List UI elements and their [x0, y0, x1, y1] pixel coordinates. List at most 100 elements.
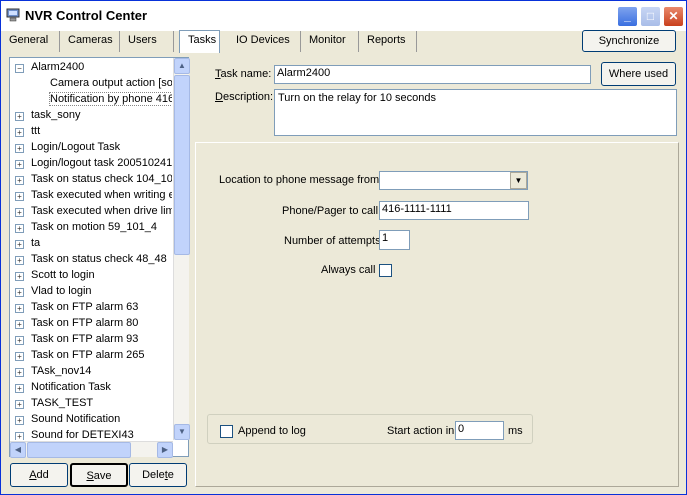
task-tree-items: − Alarm2400 Camera output action [sony Noti…	[10, 58, 172, 440]
append-to-log-checkbox[interactable]	[220, 425, 233, 438]
collapse-icon[interactable]: −	[15, 64, 24, 73]
tab-monitor[interactable]: Monitor	[301, 31, 359, 52]
tree-item[interactable]: + Notification Task	[10, 380, 172, 396]
description-hotkey: D	[215, 91, 223, 103]
close-button[interactable]: ✕	[663, 6, 684, 27]
expand-icon[interactable]: +	[15, 320, 24, 329]
phone-input[interactable]: 416-1111-1111	[379, 201, 529, 220]
tree-item[interactable]: + ttt	[10, 124, 172, 140]
tree-item[interactable]: + Task on FTP alarm 93	[10, 332, 172, 348]
expand-icon[interactable]: +	[15, 256, 24, 265]
expand-icon[interactable]: +	[15, 176, 24, 185]
description-textarea[interactable]: Turn on the relay for 10 seconds	[274, 89, 677, 136]
scroll-thumb[interactable]	[174, 75, 190, 255]
tree-item[interactable]: + Scott to login	[10, 268, 172, 284]
tree-item[interactable]: Notification by phone 416	[10, 92, 172, 108]
expand-icon[interactable]: +	[15, 416, 24, 425]
save-label: ave	[93, 470, 112, 482]
expand-icon[interactable]: +	[15, 144, 24, 153]
computer-icon	[6, 8, 20, 22]
tab-tasks[interactable]: Tasks	[179, 30, 220, 53]
dropdown-arrow-icon[interactable]: ▼	[510, 172, 527, 189]
tree-item[interactable]: + Task executed when drive limi	[10, 204, 172, 220]
expand-icon[interactable]: +	[15, 336, 24, 345]
task-tree[interactable]: − Alarm2400 Camera output action [sony Noti…	[9, 57, 190, 458]
tree-item[interactable]: + TASK_TEST	[10, 396, 172, 412]
tab-users[interactable]: Users	[120, 31, 174, 52]
tree-item[interactable]: + Vlad to login	[10, 284, 172, 300]
minimize-button[interactable]: _	[617, 6, 638, 27]
tree-item[interactable]: + Task on status check 104_10	[10, 172, 172, 188]
location-label: Location to phone message from:	[219, 174, 383, 186]
always-call-checkbox[interactable]	[379, 264, 392, 277]
tree-item[interactable]: + TAsk_nov14	[10, 364, 172, 380]
synchronize-button[interactable]: Synchronize	[582, 30, 676, 52]
tree-item[interactable]: + Login/Logout Task	[10, 140, 172, 156]
tree-item[interactable]: + Login/logout task 200510241	[10, 156, 172, 172]
tree-item[interactable]: + Task on status check 48_48	[10, 252, 172, 268]
save-hotkey: S	[86, 470, 94, 482]
tree-item[interactable]: Camera output action [sony	[10, 76, 172, 92]
tree-item[interactable]: + ta	[10, 236, 172, 252]
description-label: Description:	[215, 91, 273, 103]
add-button[interactable]: Add	[10, 463, 68, 487]
save-button[interactable]: Save	[70, 463, 128, 487]
tab-reports[interactable]: Reports	[359, 31, 417, 52]
add-label: dd	[36, 469, 49, 481]
expand-icon[interactable]: +	[15, 304, 24, 313]
scroll-down-icon[interactable]: ▼	[174, 424, 190, 440]
tree-item[interactable]: + Task on FTP alarm 265	[10, 348, 172, 364]
tree-item-label: Notification by phone 416	[48, 92, 172, 106]
expand-icon[interactable]: +	[15, 224, 24, 233]
tree-item[interactable]: − Alarm2400	[10, 60, 172, 76]
attempts-input[interactable]: 1	[379, 230, 410, 250]
expand-icon[interactable]: +	[15, 112, 24, 121]
app-window: NVR Control Center _ □ ✕ General Cameras…	[0, 0, 687, 495]
tree-item[interactable]: + Task on motion 59_101_4	[10, 220, 172, 236]
delete-label-pre: Dele	[142, 469, 165, 481]
tree-item-label: Task on status check 48_48	[31, 253, 167, 265]
delete-button[interactable]: Delete	[129, 463, 187, 487]
scroll-left-icon[interactable]: ◀	[10, 442, 26, 458]
expand-icon[interactable]: +	[15, 432, 24, 440]
expand-icon[interactable]: +	[15, 208, 24, 217]
tree-item[interactable]: + Task executed when writing e	[10, 188, 172, 204]
tree-horizontal-scrollbar[interactable]: ◀ ▶	[10, 441, 173, 458]
expand-icon[interactable]: +	[15, 160, 24, 169]
tree-item[interactable]: + Task on FTP alarm 80	[10, 316, 172, 332]
tab-cameras[interactable]: Cameras	[60, 31, 120, 52]
tree-item-label: Task on FTP alarm 93	[31, 333, 139, 345]
expand-icon[interactable]: +	[15, 400, 24, 409]
tab-io-devices[interactable]: IO Devices	[228, 31, 301, 52]
tree-item[interactable]: + Sound for DETEXI43	[10, 428, 172, 440]
tree-item-label: Login/logout task 200510241	[31, 157, 172, 169]
expand-icon[interactable]: +	[15, 240, 24, 249]
maximize-button[interactable]: □	[640, 6, 661, 27]
task-name-label: Task name:	[215, 68, 271, 80]
start-action-input[interactable]: 0	[455, 421, 504, 440]
scroll-up-icon[interactable]: ▲	[174, 58, 190, 74]
where-used-button[interactable]: Where used	[601, 62, 676, 86]
tree-vertical-scrollbar[interactable]: ▲ ▼	[173, 58, 190, 440]
tree-item-label: Alarm2400	[31, 61, 85, 73]
expand-icon[interactable]: +	[15, 272, 24, 281]
tab-general[interactable]: General	[1, 31, 60, 52]
tree-item-label: Login/Logout Task	[31, 141, 121, 153]
tree-item[interactable]: + task_sony	[10, 108, 172, 124]
description-label-text: escription:	[222, 91, 274, 103]
expand-icon[interactable]: +	[15, 352, 24, 361]
tree-item-label: Sound for DETEXI43	[31, 429, 134, 440]
tree-item[interactable]: + Task on FTP alarm 63	[10, 300, 172, 316]
expand-icon[interactable]: +	[15, 128, 24, 137]
expand-icon[interactable]: +	[15, 368, 24, 377]
tree-item[interactable]: + Sound Notification	[10, 412, 172, 428]
scroll-right-icon[interactable]: ▶	[157, 442, 173, 458]
scroll-thumb-horizontal[interactable]	[27, 442, 131, 458]
expand-icon[interactable]: +	[15, 192, 24, 201]
task-name-input[interactable]: Alarm2400	[274, 65, 591, 84]
tree-item-label: Task on FTP alarm 265	[31, 349, 145, 361]
expand-icon[interactable]: +	[15, 288, 24, 297]
add-hotkey: A	[29, 469, 37, 481]
location-select[interactable]	[379, 171, 528, 190]
expand-icon[interactable]: +	[15, 384, 24, 393]
